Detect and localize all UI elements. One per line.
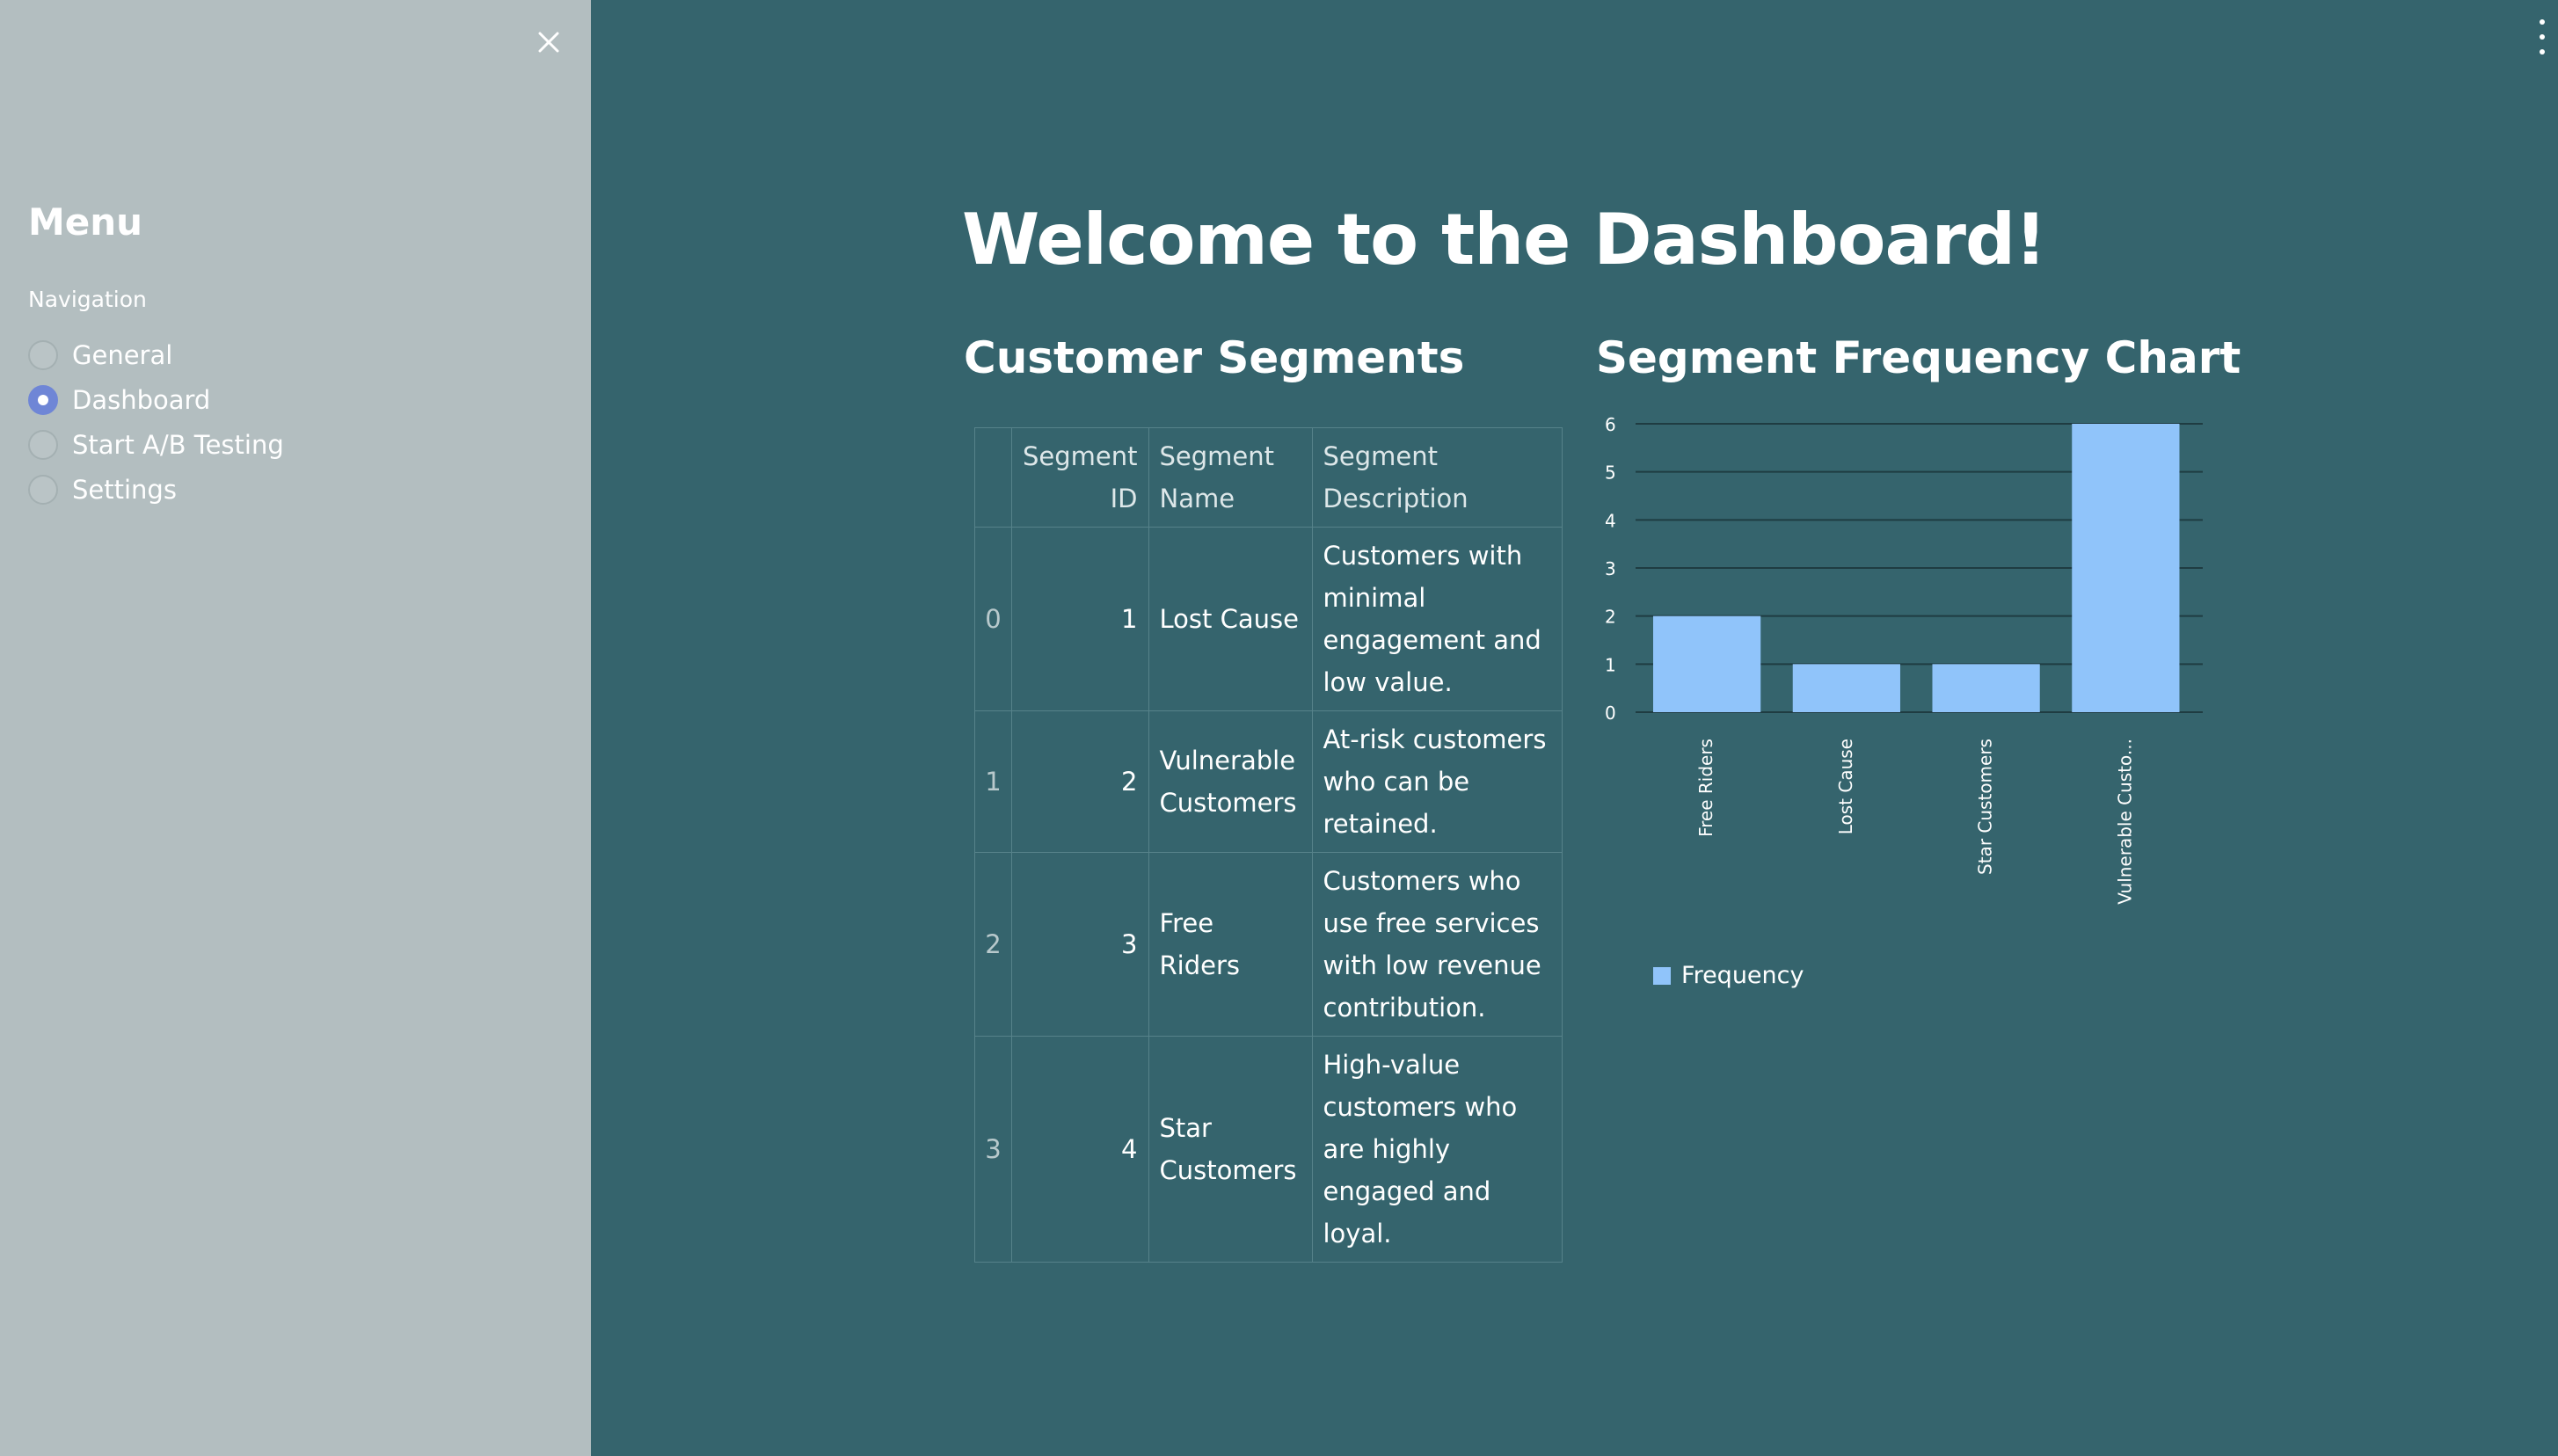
nav-item-general[interactable]: General	[28, 332, 284, 377]
cell-segment-description: High-value customers who are highly enga…	[1311, 1036, 1563, 1263]
x-tick-label: Vulnerable Custo...	[2114, 739, 2135, 905]
radio-dashboard[interactable]	[28, 384, 58, 415]
y-tick-label: 5	[1605, 462, 1616, 484]
row-index: 1	[974, 710, 1012, 853]
y-tick-label: 6	[1605, 414, 1616, 435]
row-index: 0	[974, 527, 1012, 711]
cell-segment-id: 2	[1011, 710, 1149, 853]
nav-item-label: General	[72, 339, 173, 370]
bar[interactable]	[2072, 424, 2180, 712]
row-index: 2	[974, 852, 1012, 1037]
nav-item-settings[interactable]: Settings	[28, 467, 284, 512]
nav-item-label: Start A/B Testing	[72, 429, 284, 460]
header-segment-id[interactable]: Segment ID	[1011, 427, 1149, 528]
app-root: Menu Navigation General Dashboard Start …	[0, 0, 2558, 1456]
kebab-menu-icon	[2540, 19, 2545, 25]
navigation-label: Navigation	[28, 287, 147, 312]
page-title: Welcome to the Dashboard!	[962, 199, 2047, 280]
bar[interactable]	[1792, 664, 1900, 712]
header-segment-description[interactable]: Segment Description	[1311, 427, 1563, 528]
cell-segment-name: Star Customers	[1148, 1036, 1313, 1263]
navigation-radio-group: General Dashboard Start A/B Testing Sett…	[28, 332, 284, 512]
kebab-menu-icon	[2540, 49, 2545, 55]
table-row: 3 4 Star Customers High-value customers …	[974, 1036, 1563, 1263]
y-tick-label: 4	[1605, 510, 1616, 531]
legend-label: Frequency	[1681, 962, 1804, 989]
cell-segment-id: 4	[1011, 1036, 1149, 1263]
close-icon	[538, 32, 559, 53]
nav-item-label: Dashboard	[72, 384, 211, 415]
x-tick-label: Star Customers	[1975, 739, 1996, 875]
table-row: 1 2 Vulnerable Customers At-risk custome…	[974, 710, 1563, 853]
header-index[interactable]	[974, 427, 1012, 528]
cell-segment-name: Vulnerable Customers	[1148, 710, 1313, 853]
main-menu-button[interactable]	[2536, 19, 2548, 55]
y-tick-label: 2	[1605, 607, 1616, 628]
cell-segment-id: 1	[1011, 527, 1149, 711]
close-sidebar-button[interactable]	[531, 25, 566, 60]
y-tick-label: 3	[1605, 558, 1616, 579]
cell-segment-description: At-risk customers who can be retained.	[1311, 710, 1563, 853]
table-header-row: Segment ID Segment Name Segment Descript…	[974, 427, 1563, 528]
radio-ab-testing[interactable]	[28, 429, 58, 460]
x-tick-label: Lost Cause	[1835, 739, 1856, 834]
sidebar: Menu Navigation General Dashboard Start …	[0, 0, 591, 1456]
cell-segment-id: 3	[1011, 852, 1149, 1037]
table-row: 0 1 Lost Cause Customers with minimal en…	[974, 527, 1563, 711]
header-segment-name[interactable]: Segment Name	[1148, 427, 1313, 528]
chart-svg: 0 1 2 3 4 5 6 Free Riders Lost Cause Star Custome…	[1605, 414, 2203, 905]
cell-segment-description: Customers who use free services with low…	[1311, 852, 1563, 1037]
segments-heading: Customer Segments	[964, 332, 1465, 383]
radio-settings[interactable]	[28, 474, 58, 505]
y-tick-label: 1	[1605, 654, 1616, 675]
nav-item-ab-testing[interactable]: Start A/B Testing	[28, 422, 284, 467]
cell-segment-name: Lost Cause	[1148, 527, 1313, 711]
x-tick-label: Free Riders	[1695, 739, 1716, 837]
chart-legend[interactable]: Frequency	[1653, 962, 1804, 989]
sidebar-title: Menu	[28, 200, 143, 244]
bar[interactable]	[1653, 615, 1761, 712]
segments-table: Segment ID Segment Name Segment Descript…	[974, 427, 1563, 1263]
chart-heading: Segment Frequency Chart	[1596, 332, 2241, 383]
bar[interactable]	[1932, 664, 2040, 712]
kebab-menu-icon	[2540, 34, 2545, 40]
legend-swatch	[1653, 966, 1671, 985]
segment-frequency-chart: 0 1 2 3 4 5 6 Free Riders Lost Cause Star Custome…	[1596, 413, 2212, 994]
cell-segment-description: Customers with minimal engagement and lo…	[1311, 527, 1563, 711]
cell-segment-name: Free Riders	[1148, 852, 1313, 1037]
y-tick-label: 0	[1605, 703, 1616, 724]
nav-item-label: Settings	[72, 474, 177, 505]
table-row: 2 3 Free Riders Customers who use free s…	[974, 852, 1563, 1037]
nav-item-dashboard[interactable]: Dashboard	[28, 377, 284, 422]
radio-general[interactable]	[28, 339, 58, 370]
row-index: 3	[974, 1036, 1012, 1263]
